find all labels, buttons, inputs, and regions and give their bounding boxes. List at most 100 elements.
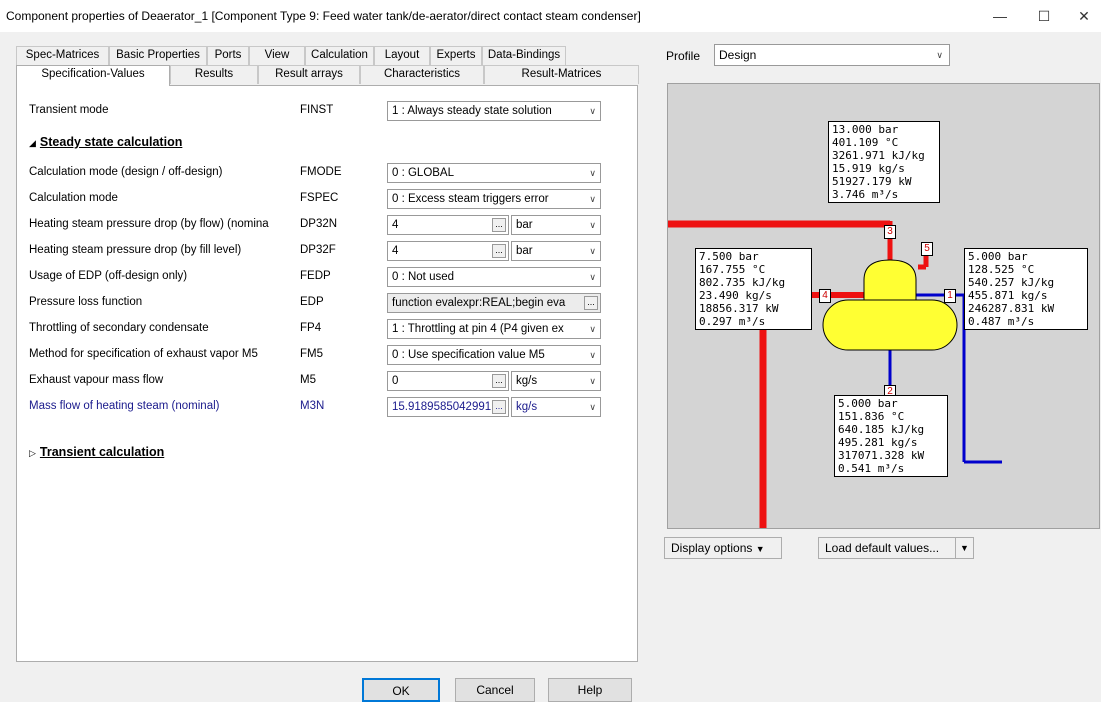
chevron-down-icon: ∨: [589, 376, 596, 386]
ellipsis-button[interactable]: ...: [492, 244, 506, 258]
value-line: 5.000 bar: [968, 250, 1028, 263]
spec-values-content: Transient mode FINST 1 : Always steady s…: [16, 85, 638, 662]
chevron-down-icon: ∨: [589, 246, 596, 256]
chevron-down-icon: ∨: [936, 50, 943, 60]
close-button[interactable]: ✕: [1064, 4, 1101, 28]
tab-result-matrices[interactable]: Result-Matrices: [484, 65, 639, 84]
value-line: 51927.179 kW: [832, 175, 912, 188]
section-steady-state[interactable]: ◢ Steady state calculation: [29, 135, 182, 149]
ellipsis-button[interactable]: ...: [492, 218, 506, 232]
button-label: Display options: [671, 541, 753, 555]
load-defaults-button[interactable]: Load default values... ▼: [818, 537, 974, 559]
pin-5[interactable]: 5: [921, 242, 933, 256]
profile-select[interactable]: Design ∨: [714, 44, 950, 66]
m5-input[interactable]: 0...: [387, 371, 509, 391]
pin-1[interactable]: 1: [944, 289, 956, 303]
tab-specification-values[interactable]: Specification-Values: [16, 65, 170, 86]
dp32f-unit-select[interactable]: bar ∨: [511, 241, 601, 261]
tab-ports[interactable]: Ports: [207, 46, 249, 65]
tab-basic-properties[interactable]: Basic Properties: [109, 46, 207, 65]
display-options-button[interactable]: Display options ▼: [664, 537, 782, 559]
value-line: 128.525 °C: [968, 263, 1035, 276]
feedwater-tank: [822, 299, 958, 351]
row-code: EDP: [300, 296, 324, 308]
m3n-unit-select[interactable]: kg/s ∨: [511, 397, 601, 417]
m5-unit-select[interactable]: kg/s ∨: [511, 371, 601, 391]
dp32f-input[interactable]: 4...: [387, 241, 509, 261]
tab-results[interactable]: Results: [170, 65, 258, 84]
triangle-down-icon[interactable]: ▼: [955, 538, 973, 558]
pin-4[interactable]: 4: [819, 289, 831, 303]
ellipsis-button[interactable]: ...: [492, 400, 506, 414]
row-label: Throttling of secondary condensate: [29, 322, 209, 334]
section-transient[interactable]: ▷ Transient calculation: [29, 445, 164, 459]
value-line: 7.500 bar: [699, 250, 759, 263]
values-box-right: 5.000 bar 128.525 °C 540.257 kJ/kg 455.871 …: [964, 248, 1088, 330]
ellipsis-button[interactable]: ...: [492, 374, 506, 388]
select-value: Design: [719, 48, 757, 62]
transient-mode-select[interactable]: 1 : Always steady state solution ∨: [387, 101, 601, 121]
button-label: Load default values...: [825, 541, 940, 555]
row-code: DP32N: [300, 218, 338, 230]
select-value: 0 : GLOBAL: [392, 167, 455, 179]
values-box-bottom: 5.000 bar 151.836 °C 640.185 kJ/kg 495.281 …: [834, 395, 948, 477]
row-code: FINST: [300, 104, 334, 116]
ok-button[interactable]: OK: [362, 678, 440, 702]
row-code: M3N: [300, 400, 325, 412]
minimize-button[interactable]: —: [980, 4, 1020, 28]
tab-calculation[interactable]: Calculation: [305, 46, 374, 65]
row-code: FM5: [300, 348, 323, 360]
m3n-input[interactable]: 15.9189585042991...: [387, 397, 509, 417]
row-code: FSPEC: [300, 192, 339, 204]
row-label: Mass flow of heating steam (nominal): [29, 400, 220, 412]
properties-panel: Spec-Matrices Basic Properties Ports Vie…: [16, 40, 642, 662]
title-bar: Component properties of Deaerator_1 [Com…: [0, 0, 1101, 32]
dp32n-unit-select[interactable]: bar ∨: [511, 215, 601, 235]
row-code: FEDP: [300, 270, 331, 282]
triangle-down-icon: ◢: [29, 138, 36, 148]
tab-view[interactable]: View: [249, 46, 305, 65]
tab-layout[interactable]: Layout: [374, 46, 430, 65]
value-line: 401.109 °C: [832, 136, 899, 149]
row-code: FMODE: [300, 166, 342, 178]
dp32n-input[interactable]: 4...: [387, 215, 509, 235]
tab-spec-matrices[interactable]: Spec-Matrices: [16, 46, 109, 65]
value-line: 23.490 kg/s: [699, 289, 772, 302]
help-button[interactable]: Help: [548, 678, 632, 702]
row-code: FP4: [300, 322, 322, 334]
fedp-select[interactable]: 0 : Not used ∨: [387, 267, 601, 287]
values-box-left: 7.500 bar 167.755 °C 802.735 kJ/kg 23.490 k…: [695, 248, 812, 330]
tab-data-bindings[interactable]: Data-Bindings: [482, 46, 566, 65]
input-value: 15.9189585042991: [392, 401, 492, 413]
cancel-button[interactable]: Cancel: [455, 678, 535, 702]
value-line: 15.919 kg/s: [832, 162, 905, 175]
select-value: 1 : Always steady state solution: [392, 105, 552, 117]
tab-result-arrays[interactable]: Result arrays: [258, 65, 360, 84]
chevron-down-icon: ∨: [589, 350, 596, 360]
value-line: 151.836 °C: [838, 410, 905, 423]
pin-3[interactable]: 3: [884, 225, 896, 239]
value-line: 3.746 m³/s: [832, 188, 899, 201]
edp-input[interactable]: function evalexpr:REAL;begin eva...: [387, 293, 601, 313]
row-code: M5: [300, 374, 316, 386]
value-line: 0.297 m³/s: [699, 315, 766, 328]
ellipsis-button[interactable]: ...: [584, 296, 598, 310]
row-label: Calculation mode (design / off-design): [29, 166, 223, 178]
input-value: 4: [392, 245, 399, 257]
value-line: 13.000 bar: [832, 123, 899, 136]
value-line: 802.735 kJ/kg: [699, 276, 786, 289]
fspec-select[interactable]: 0 : Excess steam triggers error ∨: [387, 189, 601, 209]
row-label: Heating steam pressure drop (by flow) (n…: [29, 218, 269, 230]
fp4-select[interactable]: 1 : Throttling at pin 4 (P4 given ex ∨: [387, 319, 601, 339]
tab-characteristics[interactable]: Characteristics: [360, 65, 484, 84]
tab-experts[interactable]: Experts: [430, 46, 482, 65]
value-line: 0.541 m³/s: [838, 462, 905, 475]
row-label: Usage of EDP (off-design only): [29, 270, 188, 282]
input-value: function evalexpr:REAL;begin eva: [392, 297, 566, 309]
maximize-button[interactable]: ☐: [1024, 4, 1064, 28]
unit-value: kg/s: [516, 401, 538, 413]
fmode-select[interactable]: 0 : GLOBAL ∨: [387, 163, 601, 183]
fm5-select[interactable]: 0 : Use specification value M5 ∨: [387, 345, 601, 365]
chevron-down-icon: ∨: [589, 324, 596, 334]
chevron-down-icon: ∨: [589, 106, 596, 116]
